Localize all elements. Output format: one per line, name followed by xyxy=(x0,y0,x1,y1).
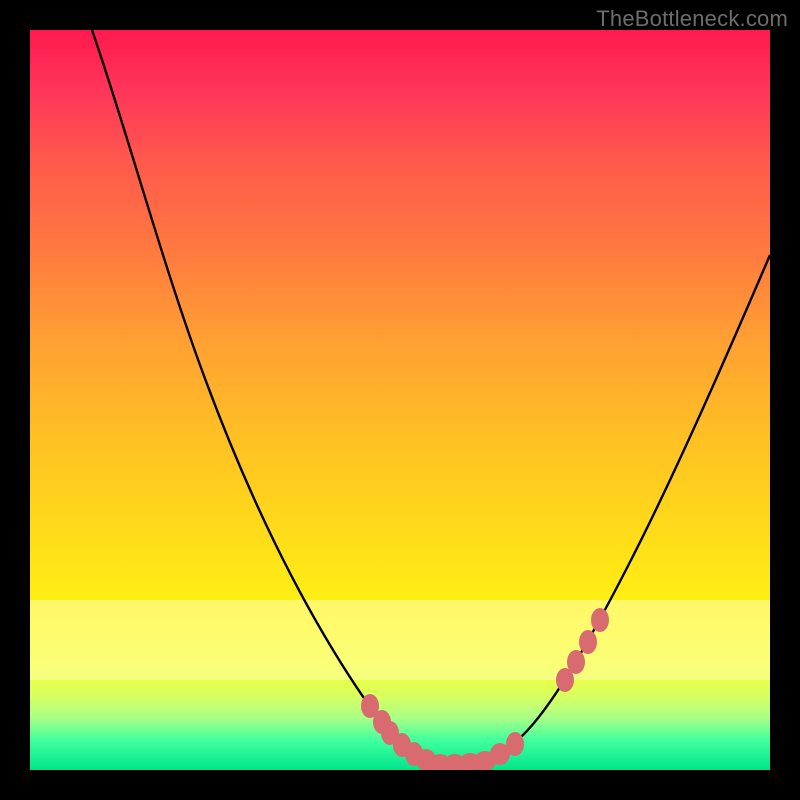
attribution-text: TheBottleneck.com xyxy=(596,6,788,32)
chart-svg xyxy=(30,30,770,770)
marker-cluster-left xyxy=(361,694,524,770)
pale-band xyxy=(30,600,770,680)
outer-frame: TheBottleneck.com xyxy=(0,0,800,800)
plot-area xyxy=(30,30,770,770)
